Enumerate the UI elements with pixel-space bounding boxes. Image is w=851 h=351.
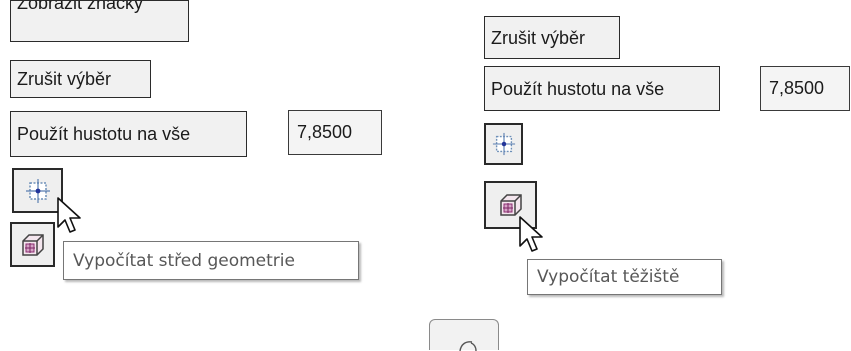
mouse-cursor-icon <box>57 197 81 233</box>
tooltip-center-of-mass: Vypočítat těžiště <box>527 259 722 295</box>
crosshair-center-icon <box>25 178 50 203</box>
show-marks-label: Zobrazit značky <box>17 0 144 13</box>
mouse-cursor-icon-right <box>519 216 543 252</box>
tooltip-center-of-mass-text: Vypočítat těžiště <box>537 267 680 287</box>
tooltip-geometry-center-text: Vypočítat střed geometrie <box>73 250 295 271</box>
tooltip-geometry-center: Vypočítat střed geometrie <box>63 241 359 280</box>
clear-selection-button[interactable]: Zrušit výběr <box>10 60 151 98</box>
density-field-right[interactable]: 7,8500 <box>760 66 850 111</box>
show-marks-button[interactable]: Zobrazit značky <box>10 0 189 42</box>
partial-icon <box>459 341 477 351</box>
density-value: 7,8500 <box>297 122 353 142</box>
apply-density-label: Použít hustotu na vše <box>17 124 191 144</box>
clear-selection-label-right: Zrušit výběr <box>491 27 586 48</box>
apply-density-button[interactable]: Použít hustotu na vše <box>10 111 247 157</box>
clear-selection-label: Zrušit výběr <box>17 69 112 89</box>
density-value-right: 7,8500 <box>769 78 825 98</box>
cube-center-icon <box>499 194 522 216</box>
apply-density-label-right: Použít hustotu na vše <box>491 78 665 99</box>
compute-geometry-center-button[interactable] <box>12 168 63 213</box>
cube-center-icon <box>21 233 44 256</box>
apply-density-button-right[interactable]: Použít hustotu na vše <box>484 66 720 111</box>
crosshair-center-icon <box>492 132 515 156</box>
compute-geometry-center-button-right[interactable] <box>484 123 523 165</box>
compute-mass-center-button[interactable] <box>10 222 55 267</box>
clear-selection-button-right[interactable]: Zrušit výběr <box>484 16 620 59</box>
partial-bottom-button[interactable] <box>429 319 499 351</box>
density-field[interactable]: 7,8500 <box>288 110 382 155</box>
